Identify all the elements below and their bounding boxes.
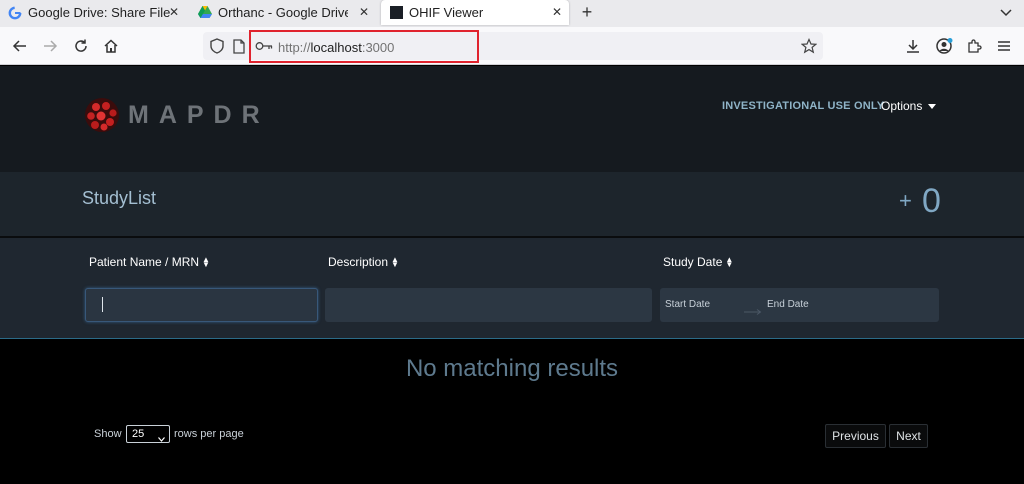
sort-icon: ▲ ▼: [725, 255, 734, 269]
page-icon[interactable]: [230, 37, 248, 55]
logo-icon: [82, 95, 122, 135]
bookmark-star-icon[interactable]: [800, 37, 818, 55]
previous-page-button[interactable]: Previous: [825, 424, 886, 448]
tab-ohif-viewer[interactable]: OHIF Viewer ✕: [381, 0, 569, 25]
close-icon[interactable]: ✕: [551, 6, 563, 18]
close-icon[interactable]: ✕: [358, 6, 370, 18]
tab-orthanc-google-drive[interactable]: Orthanc - Google Drive ✕: [198, 0, 376, 25]
arrow-right-icon: [744, 302, 762, 315]
url-highlight-box: [249, 30, 479, 63]
options-menu-button[interactable]: Options: [881, 99, 937, 113]
new-tab-button[interactable]: +: [577, 2, 597, 22]
description-filter-input[interactable]: [325, 288, 652, 322]
sort-icon: ▲ ▼: [202, 255, 210, 269]
download-icon[interactable]: [904, 37, 922, 55]
empty-results-message: No matching results: [405, 355, 619, 382]
tab-title: OHIF Viewer: [409, 5, 484, 20]
google-g-icon: [8, 6, 22, 20]
back-arrow-icon[interactable]: [11, 37, 29, 55]
show-label: Show: [94, 428, 122, 440]
column-label: Study Date: [663, 255, 723, 269]
end-date-field[interactable]: End Date: [767, 299, 809, 310]
column-header-study-date[interactable]: Study Date ▲ ▼: [663, 255, 734, 269]
study-count: 0: [922, 182, 941, 220]
options-label: Options: [881, 99, 923, 113]
rows-per-page-select[interactable]: 25: [126, 425, 170, 443]
column-label: Patient Name / MRN: [89, 255, 200, 269]
tab-title: Orthanc - Google Drive: [218, 5, 348, 20]
shield-icon[interactable]: [208, 37, 226, 55]
tab-google-drive-share[interactable]: Google Drive: Share Files ✕: [8, 0, 186, 25]
column-header-patient-name[interactable]: Patient Name / MRN ▲ ▼: [89, 255, 210, 269]
investigational-notice: INVESTIGATIONAL USE ONLY: [722, 100, 885, 112]
extensions-icon[interactable]: [965, 37, 983, 55]
tab-title: Google Drive: Share Files: [28, 5, 170, 20]
forward-arrow-icon[interactable]: [41, 37, 59, 55]
patient-name-filter-input[interactable]: [85, 288, 318, 322]
rows-per-page-label: rows per page: [174, 428, 244, 440]
caret-down-icon: [928, 103, 937, 109]
home-icon[interactable]: [102, 37, 120, 55]
close-icon[interactable]: ✕: [168, 6, 180, 18]
list-all-tabs-chevron-icon[interactable]: [998, 4, 1014, 20]
google-drive-icon: [198, 6, 212, 20]
ohif-icon: [389, 6, 403, 20]
column-header-description[interactable]: Description ▲ ▼: [328, 255, 399, 269]
chevron-down-icon: [158, 431, 165, 442]
reload-icon[interactable]: [72, 37, 90, 55]
logo-text: MAPDR: [128, 101, 270, 129]
account-icon[interactable]: [935, 37, 953, 55]
next-page-button[interactable]: Next: [889, 424, 928, 448]
browser-toolbar: http://localhost:3000: [0, 27, 1024, 65]
add-study-button[interactable]: +: [899, 188, 912, 214]
menu-hamburger-icon[interactable]: [995, 37, 1013, 55]
sort-icon: ▲ ▼: [391, 255, 399, 269]
text-cursor: [102, 297, 103, 312]
rows-per-page-value: 25: [132, 428, 145, 440]
page-title: StudyList: [82, 188, 157, 208]
column-label: Description: [328, 255, 389, 269]
start-date-field[interactable]: Start Date: [665, 299, 710, 310]
